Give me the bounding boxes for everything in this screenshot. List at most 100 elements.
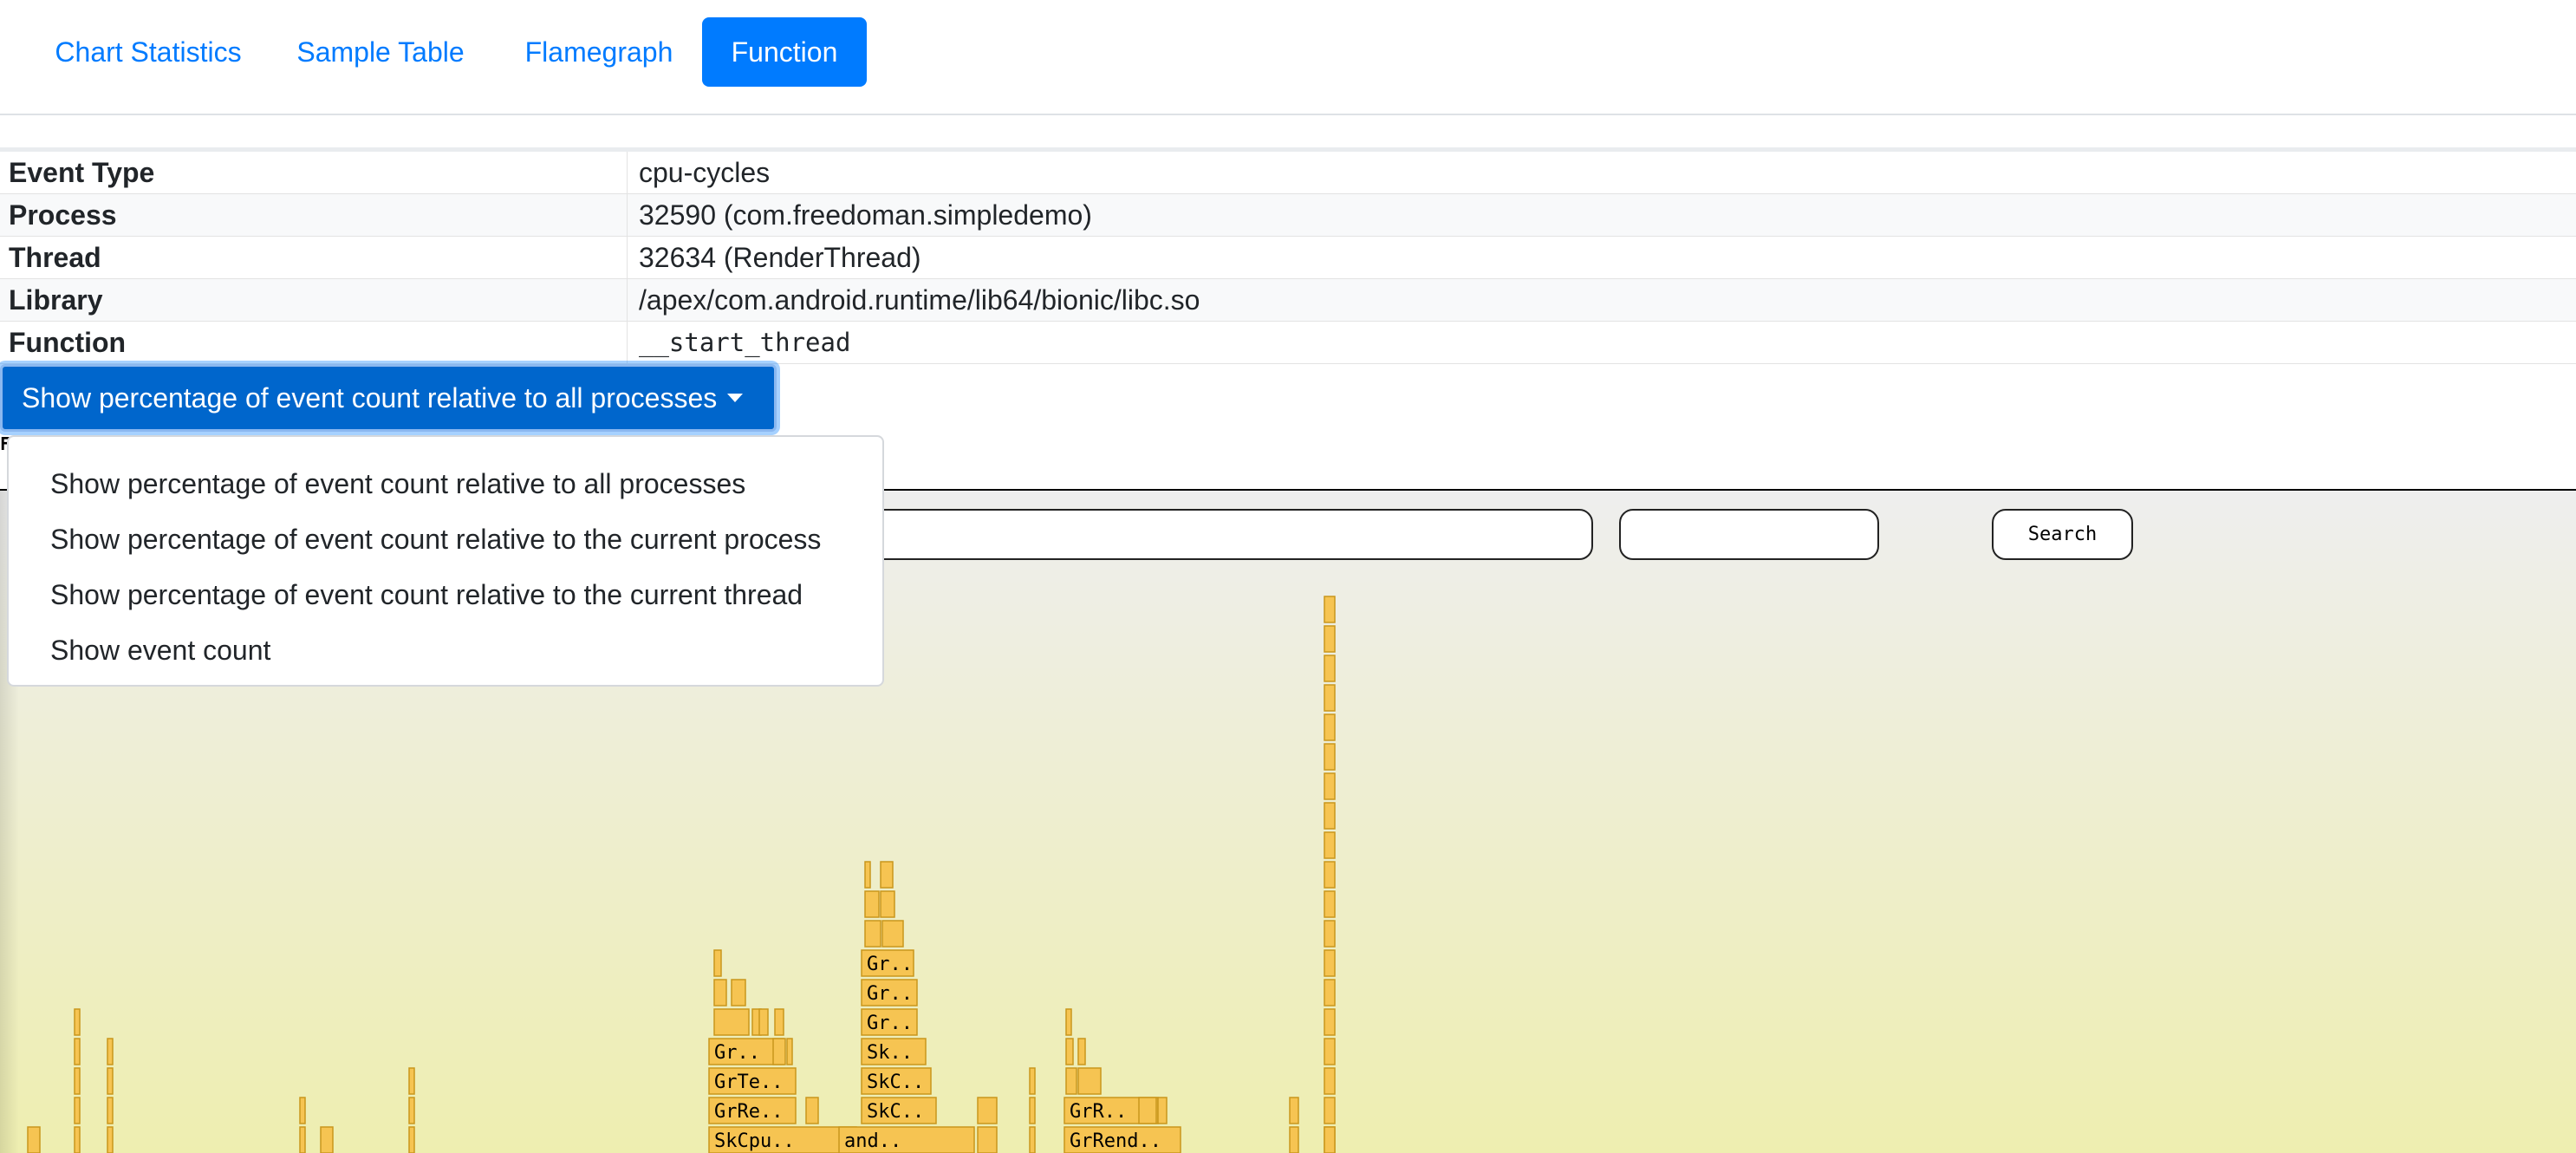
flamegraph-frame[interactable]	[864, 920, 881, 948]
table-row: Process 32590 (com.freedoman.simpledemo)	[0, 194, 2576, 237]
flamegraph-frame[interactable]	[1324, 772, 1336, 800]
flamegraph-frame-label: SkCpu..	[714, 1130, 795, 1152]
table-row: Thread 32634 (RenderThread)	[0, 237, 2576, 279]
function-info-table: Event Type cpu-cycles Process 32590 (com…	[0, 147, 2576, 364]
flamegraph-frame[interactable]	[1029, 1126, 1036, 1153]
event-type-label: Event Type	[9, 157, 155, 188]
dropdown-selected-label: Show percentage of event count relative …	[22, 381, 718, 414]
flamegraph-frame[interactable]	[1324, 861, 1336, 889]
flamegraph-frame[interactable]	[1324, 920, 1336, 948]
flamegraph-frame[interactable]	[74, 1038, 81, 1065]
flamegraph-frame-label: GrRend..	[1070, 1130, 1161, 1152]
flamegraph-frame[interactable]	[1324, 655, 1336, 682]
flamegraph-frame[interactable]	[74, 1008, 81, 1036]
flamegraph-frame[interactable]	[1324, 890, 1336, 918]
flamegraph-frame[interactable]	[713, 979, 727, 1006]
flamegraph-frame[interactable]	[74, 1067, 81, 1095]
flamegraph-frame[interactable]	[408, 1126, 415, 1153]
flamegraph-frame[interactable]	[977, 1126, 998, 1153]
flamegraph-frame[interactable]	[27, 1126, 41, 1153]
flamegraph-frame[interactable]	[1324, 1008, 1336, 1036]
flamegraph-frame[interactable]	[1324, 949, 1336, 977]
flamegraph-frame[interactable]	[74, 1126, 81, 1153]
flamegraph-frame[interactable]	[805, 1097, 819, 1124]
flamegraph-frame[interactable]	[107, 1097, 114, 1124]
flamegraph-frame[interactable]	[864, 861, 871, 889]
flamegraph-frame[interactable]	[880, 890, 895, 918]
flamegraph-frame[interactable]	[881, 920, 904, 948]
flamegraph-frame[interactable]	[1324, 684, 1336, 712]
percentage-mode-dropdown-toggle[interactable]: Show percentage of event count relative …	[0, 364, 777, 432]
flamegraph-frame[interactable]	[299, 1097, 306, 1124]
process-label: Process	[9, 199, 117, 231]
flamegraph-frame[interactable]	[74, 1097, 81, 1124]
flamegraph-frame[interactable]	[1324, 831, 1336, 859]
flamegraph-frame[interactable]	[731, 979, 746, 1006]
flamegraph-frame[interactable]	[1324, 743, 1336, 771]
flamegraph-frame[interactable]	[758, 1008, 769, 1036]
flamegraph-frame[interactable]	[1324, 1038, 1336, 1065]
flamegraph-frame-label: Gr..	[867, 954, 913, 975]
column-divider	[627, 194, 628, 237]
thread-label: Thread	[9, 242, 101, 273]
flamegraph-frame-label: Sk..	[867, 1042, 913, 1064]
dropdown-option-current-process[interactable]: Show percentage of event count relative …	[9, 511, 882, 567]
flamegraph-match-field[interactable]	[1619, 509, 1879, 560]
flamegraph-frame[interactable]	[880, 861, 894, 889]
process-value: 32590 (com.freedoman.simpledemo)	[639, 199, 1092, 231]
flamegraph-frame[interactable]	[107, 1067, 114, 1095]
flamegraph-frame[interactable]	[977, 1097, 998, 1124]
tab-function[interactable]: Function	[702, 17, 867, 87]
flamegraph-frame[interactable]	[1324, 1126, 1336, 1153]
flamegraph-frame[interactable]	[772, 1038, 786, 1065]
flamegraph-frame[interactable]	[1289, 1126, 1299, 1153]
flamegraph-frame[interactable]	[1324, 713, 1336, 741]
flamegraph-frame[interactable]	[107, 1038, 114, 1065]
flamegraph-frame[interactable]	[1324, 1067, 1336, 1095]
dropdown-option-event-count[interactable]: Show event count	[9, 622, 882, 678]
table-row: Function __start_thread	[0, 322, 2576, 364]
flamegraph-frame[interactable]	[1324, 625, 1336, 653]
flamegraph-search-button[interactable]: Search	[1992, 509, 2133, 560]
flamegraph-frame[interactable]	[299, 1126, 306, 1153]
flamegraph-frame[interactable]	[1324, 802, 1336, 830]
flamegraph-frame[interactable]	[786, 1038, 793, 1065]
table-row: Event Type cpu-cycles	[0, 152, 2576, 194]
flamegraph-frame[interactable]	[107, 1126, 114, 1153]
flamegraph-frame[interactable]	[1157, 1097, 1168, 1124]
flamegraph-frame[interactable]	[1289, 1097, 1299, 1124]
flamegraph-frame-label: Gr..	[867, 983, 913, 1005]
event-type-value: cpu-cycles	[639, 157, 771, 188]
flamegraph-frame[interactable]	[1077, 1067, 1102, 1095]
flamegraph-frame[interactable]	[408, 1097, 415, 1124]
flamegraph-frame[interactable]	[1324, 979, 1336, 1006]
flamegraph-frame[interactable]	[1324, 596, 1336, 623]
function-value: __start_thread	[639, 328, 851, 357]
flamegraph-frame[interactable]	[1065, 1008, 1072, 1036]
tab-chart-statistics[interactable]: Chart Statistics	[26, 17, 270, 87]
top-tab-nav: Chart Statistics Sample Table Flamegraph…	[0, 0, 2576, 115]
tab-flamegraph[interactable]: Flamegraph	[498, 17, 699, 87]
column-divider	[627, 152, 628, 194]
flamegraph-frame[interactable]	[1077, 1038, 1086, 1065]
flamegraph-frame[interactable]	[713, 949, 722, 977]
tab-sample-table[interactable]: Sample Table	[276, 17, 485, 87]
flamegraph-frame-label: GrTe..	[714, 1072, 783, 1093]
flamegraph-frame[interactable]	[864, 890, 880, 918]
flamegraph-frame[interactable]	[713, 1008, 750, 1036]
flamegraph-frame[interactable]	[1138, 1097, 1157, 1124]
flamegraph-frame[interactable]	[1324, 1097, 1336, 1124]
flamegraph-frame[interactable]	[320, 1126, 334, 1153]
flamegraph-frame[interactable]	[774, 1008, 784, 1036]
table-row: Library /apex/com.android.runtime/lib64/…	[0, 279, 2576, 322]
dropdown-option-current-thread[interactable]: Show percentage of event count relative …	[9, 567, 882, 622]
dropdown-option-all-processes[interactable]: Show percentage of event count relative …	[9, 456, 882, 511]
flamegraph-frame[interactable]	[1065, 1067, 1077, 1095]
flamegraph-frame[interactable]	[408, 1067, 415, 1095]
flamegraph-frame-label: Gr..	[714, 1042, 760, 1064]
flamegraph-frame[interactable]	[1065, 1038, 1074, 1065]
flamegraph-frame[interactable]	[1029, 1067, 1036, 1095]
flamegraph-frame[interactable]	[1029, 1097, 1036, 1124]
flamegraph-frame-label: SkC..	[867, 1072, 924, 1093]
flamegraph-frame-label: GrRe..	[714, 1101, 783, 1123]
